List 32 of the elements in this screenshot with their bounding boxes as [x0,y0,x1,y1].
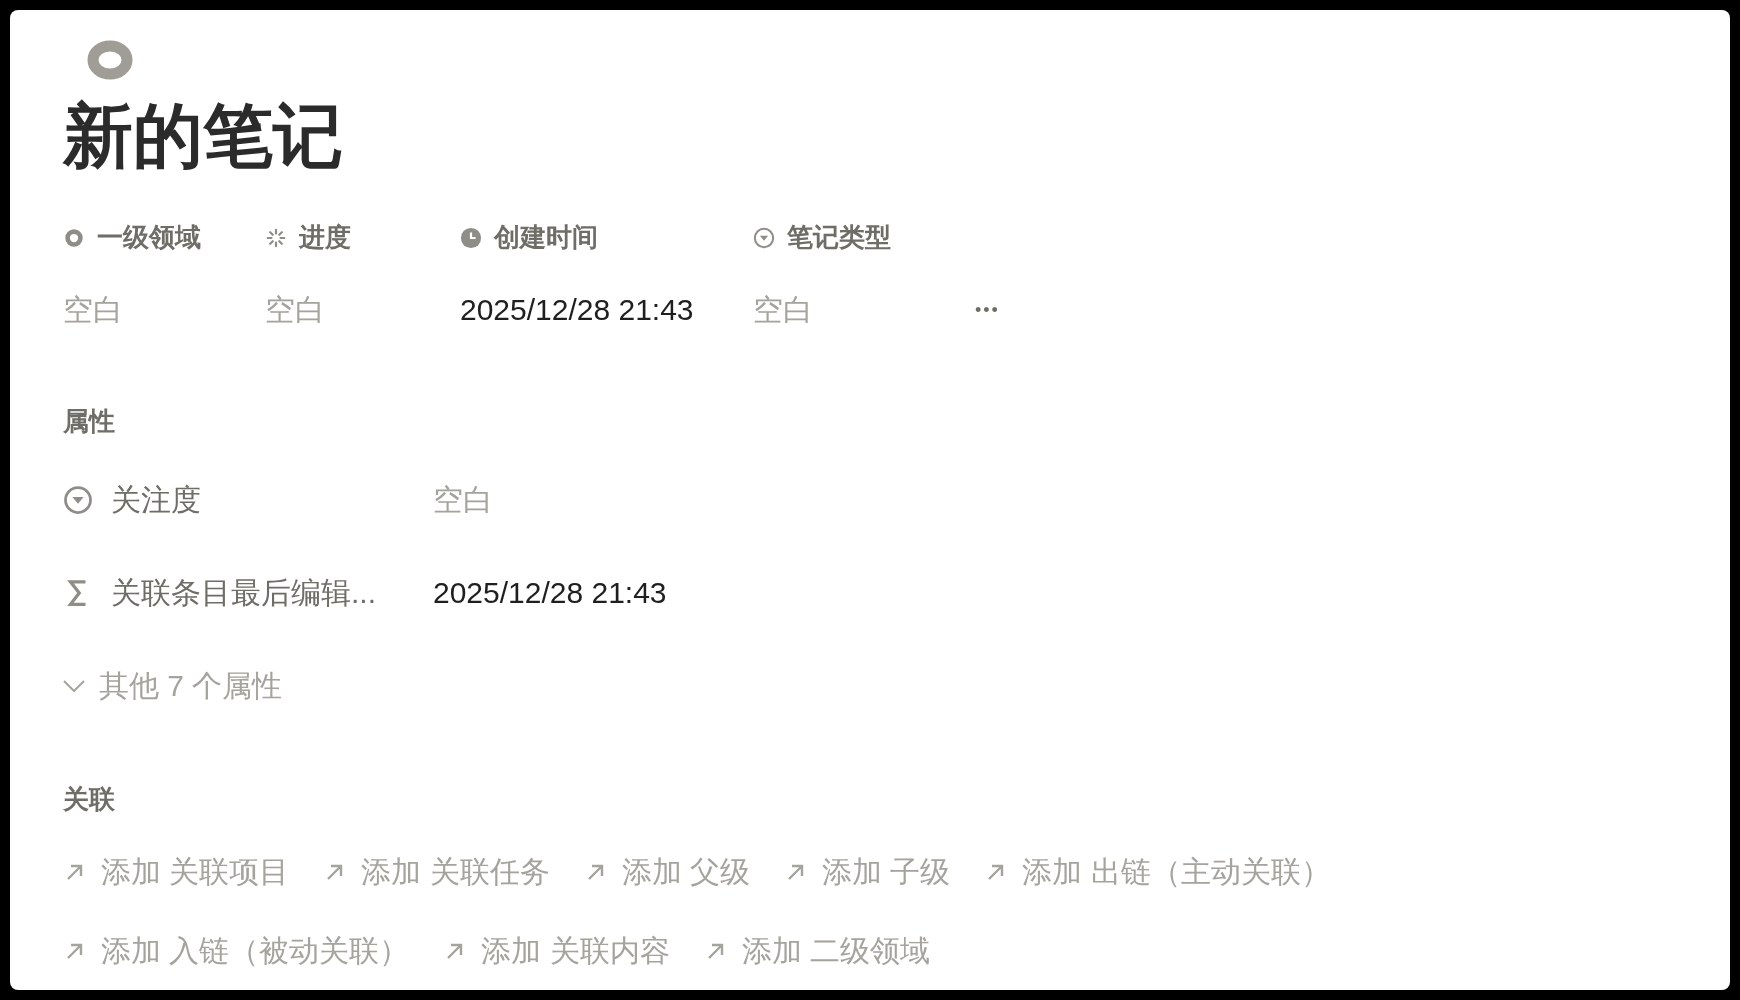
property-name[interactable]: 进度 [299,218,351,257]
add-relation-link[interactable]: 添加 子级 [784,849,951,894]
section-heading: 属性 [63,405,116,438]
add-relation-link[interactable]: 添加 关联任务 [323,849,550,894]
property-name[interactable]: 一级领域 [97,218,201,257]
more-properties-toggle[interactable]: 其他 7 个属性 [63,663,283,708]
more-button[interactable]: ••• [975,297,1000,324]
add-relation-link[interactable]: 添加 父级 [583,849,751,894]
add-relation-link[interactable]: 添加 二级领域 [703,928,931,973]
empty-placeholder[interactable]: 空白 [265,293,325,326]
property-name[interactable]: 创建时间 [494,218,598,257]
chevron-icon [63,679,85,692]
add-relation-link[interactable]: 添加 出链（主动关联） [984,849,1331,894]
dropdown-icon [63,484,93,515]
property-name[interactable]: 关注度 [111,477,201,522]
property-value[interactable]: 2025/12/28 21:43 [460,293,694,326]
property-name[interactable]: 关联条目最后编辑... [111,570,376,615]
add-relation-link[interactable]: 添加 关联项目 [63,849,290,894]
empty-placeholder[interactable]: 空白 [433,477,493,522]
page-title[interactable]: 新的笔记 [63,94,1677,178]
section-heading: 关联 [63,783,116,816]
clock-icon [460,226,482,249]
page-icon [87,40,133,80]
empty-placeholder[interactable]: 空白 [63,293,123,326]
add-relation-link[interactable]: 添加 入链（被动关联） [63,928,410,973]
property-name[interactable]: 笔记类型 [787,218,891,257]
dropdown-icon [753,226,775,249]
empty-placeholder[interactable]: 空白 [753,293,813,326]
circle-icon [63,226,85,249]
add-relation-link[interactable]: 添加 关联内容 [443,928,670,973]
spinner-icon [265,226,287,249]
property-value[interactable]: 2025/12/28 21:43 [433,570,667,615]
